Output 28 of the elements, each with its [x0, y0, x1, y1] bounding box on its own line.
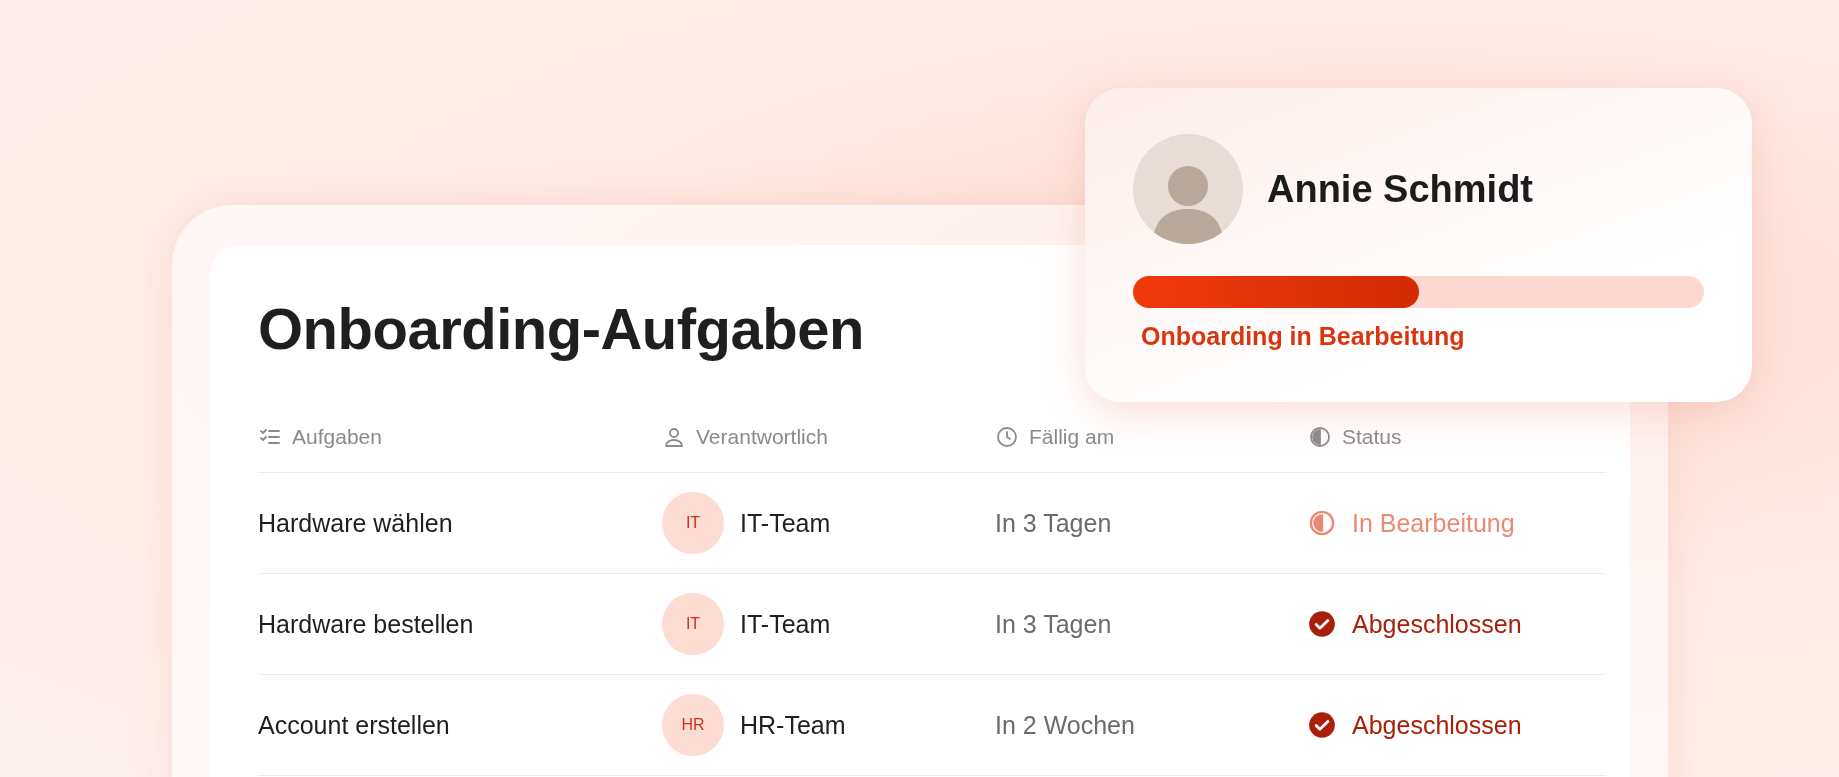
due-date: In 3 Tagen	[995, 508, 1112, 538]
column-header: Verantwortlich	[696, 425, 828, 449]
half-circle-icon	[1308, 425, 1332, 449]
task-name: Hardware wählen	[258, 508, 453, 538]
task-name: Account erstellen	[258, 710, 450, 740]
person-name: Annie Schmidt	[1267, 167, 1534, 211]
team-name: IT-Team	[740, 508, 831, 538]
column-header: Aufgaben	[292, 425, 382, 449]
person-icon	[662, 425, 686, 449]
column-header: Status	[1342, 425, 1402, 449]
status-label: In Bearbeitung	[1352, 508, 1515, 538]
half-circle-icon	[1308, 509, 1336, 537]
team-name: HR-Team	[740, 710, 846, 740]
column-header: Fällig am	[1029, 425, 1115, 449]
team-avatar: HR	[662, 694, 724, 756]
onboarding-status: Onboarding in Bearbeitung	[1141, 322, 1466, 351]
team-name: IT-Team	[740, 609, 831, 639]
team-avatar: IT	[662, 492, 724, 554]
due-date: In 2 Wochen	[995, 710, 1135, 740]
status-label: Abgeschlossen	[1352, 609, 1522, 639]
card-title: Onboarding-Aufgaben	[258, 295, 864, 362]
task-name: Hardware bestellen	[258, 609, 474, 639]
check-circle-icon	[1308, 711, 1336, 739]
team-avatar: IT	[662, 593, 724, 655]
status-label: Abgeschlossen	[1352, 710, 1522, 740]
due-date: In 3 Tagen	[995, 609, 1112, 639]
check-circle-icon	[1308, 610, 1336, 638]
clock-icon	[995, 425, 1019, 449]
